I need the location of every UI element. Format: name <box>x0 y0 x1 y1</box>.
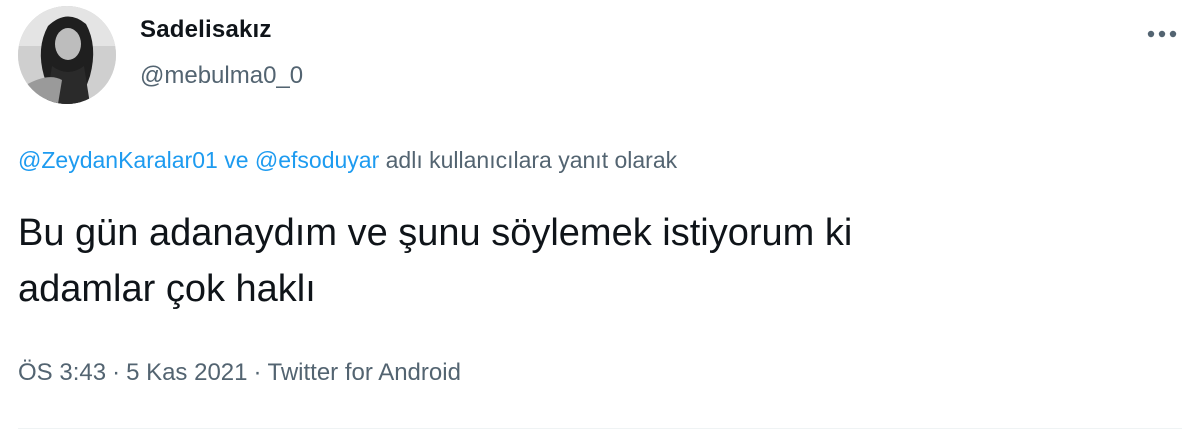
avatar-photo-icon <box>18 6 116 104</box>
tweet-text: Bu gün adanaydım ve şunu söylemek istiyo… <box>18 205 1138 317</box>
author-display-name[interactable]: Sadelisakız <box>140 16 272 44</box>
tweet-meta: ÖS 3:43 · 5 Kas 2021 · Twitter for Android <box>18 359 461 387</box>
author-handle[interactable]: @mebulma0_0 <box>140 62 303 90</box>
divider <box>18 428 1182 429</box>
reply-context-suffix: adlı kullanıcılara yanıt olarak <box>385 147 678 173</box>
meta-separator: · <box>112 359 121 386</box>
tweet-text-line: adamlar çok haklı <box>18 268 316 310</box>
tweet-text-line: Bu gün adanaydım ve şunu söylemek istiyo… <box>18 212 853 254</box>
user-avatar[interactable] <box>18 6 116 104</box>
meta-separator: · <box>253 359 262 386</box>
reply-mention-joiner: ve <box>224 147 249 173</box>
tweet-time[interactable]: ÖS 3:43 <box>18 359 106 386</box>
tweet-source[interactable]: Twitter for Android <box>268 359 461 386</box>
tweet-date[interactable]: 5 Kas 2021 <box>126 359 247 386</box>
reply-mention-link[interactable]: @ZeydanKaralar01 <box>18 147 218 173</box>
more-options-button[interactable] <box>1142 22 1182 46</box>
more-horizontal-icon <box>1147 30 1177 38</box>
reply-context: @ZeydanKaralar01 ve @efsoduyar adlı kull… <box>18 147 677 174</box>
reply-mention-link[interactable]: @efsoduyar <box>255 147 379 173</box>
tweet-card: Sadelisakız @mebulma0_0 @ZeydanKaralar01… <box>0 0 1200 434</box>
